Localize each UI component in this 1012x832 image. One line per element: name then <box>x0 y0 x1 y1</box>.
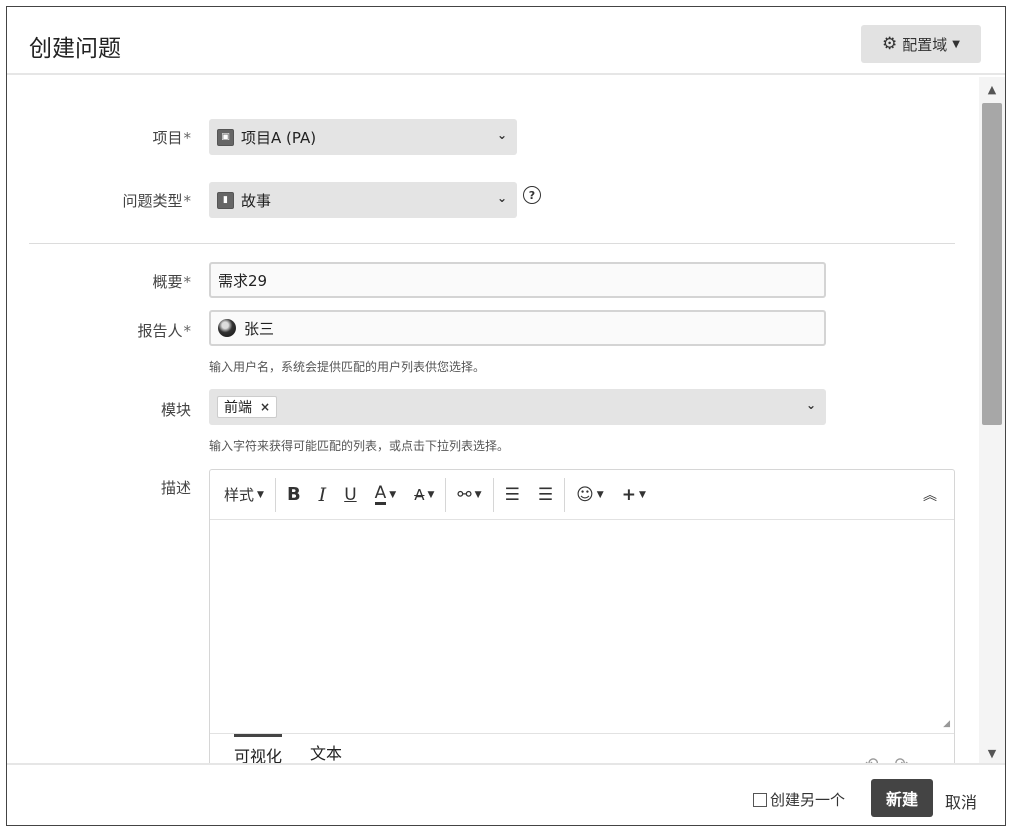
story-bookmark-icon: ▮ <box>217 191 234 209</box>
underline-button[interactable]: U <box>335 480 365 510</box>
link-icon: ⚯ <box>457 484 472 505</box>
component-tag-label: 前端 <box>224 400 252 416</box>
component-hint: 输入字符来获得可能匹配的列表，或点击下拉列表选择。 <box>209 439 510 453</box>
numbered-list-button[interactable]: ☰ <box>529 480 562 510</box>
description-label: 描述 <box>160 479 191 497</box>
emoji-icon: ☺ <box>576 484 594 505</box>
description-text-area[interactable]: ◢ <box>210 521 954 733</box>
plus-icon: + <box>621 484 636 505</box>
bullet-list-button[interactable]: ☰ <box>496 480 529 510</box>
vertical-scrollbar[interactable]: ▲ ▼ <box>979 77 1005 763</box>
question-circle-icon[interactable]: ? <box>523 186 541 204</box>
checkbox-box[interactable] <box>753 792 767 807</box>
summary-label: 概要* <box>152 273 191 291</box>
link-dropdown[interactable]: ⚯ ▼ <box>448 480 490 510</box>
create-button[interactable]: 新建 <box>871 779 933 817</box>
text-style-dropdown[interactable]: 样式 ▼ <box>224 480 273 510</box>
chevron-down-icon: ⌄ <box>805 398 816 412</box>
dialog-header: 创建问题 ⚙ 配置域 ▼ <box>7 7 1005 75</box>
toolbar-separator <box>274 477 276 512</box>
more-formatting-dropdown[interactable]: A ▼ <box>405 480 443 510</box>
numbered-list-icon: ☰ <box>537 484 554 505</box>
italic-button[interactable]: I <box>310 480 336 510</box>
form-content: 项目* ▣ 项目A (PA) ⌄ 问题类型* ▮ 故事 ⌄ ? 概要* 需求29… <box>7 77 979 763</box>
reporter-value: 张三 <box>244 319 275 338</box>
tab-text[interactable]: 文本 <box>310 740 342 763</box>
create-issue-dialog: 创建问题 ⚙ 配置域 ▼ 项目* ▣ 项目A (PA) ⌄ 问题类型* ▮ 故事… <box>6 6 1006 826</box>
redo-icon[interactable]: ↷ <box>895 754 924 763</box>
toolbar-separator <box>564 477 566 512</box>
issue-type-value: 故事 <box>241 191 272 210</box>
project-value: 项目A (PA) <box>241 128 317 147</box>
editor-toolbar: 样式 ▼ B I U A ▼ A ▼ ⚯ ▼ ☰ ☰ ☺ ▼ + ▼ ︽ <box>210 470 954 520</box>
dialog-footer: 创建另一个 新建 取消 <box>7 763 1005 825</box>
user-avatar-icon <box>218 319 236 337</box>
insert-dropdown[interactable]: + ▼ <box>613 480 655 510</box>
toolbar-separator <box>492 477 494 512</box>
gear-icon: ⚙ <box>882 33 898 54</box>
scroll-down-arrow-icon[interactable]: ▼ <box>979 743 1005 763</box>
configure-fields-button[interactable]: ⚙ 配置域 ▼ <box>861 25 981 63</box>
toolbar-separator <box>445 477 447 512</box>
project-select[interactable]: ▣ 项目A (PA) ⌄ <box>209 119 517 155</box>
double-chevron-up-icon: ︽ <box>923 488 937 504</box>
reporter-hint: 输入用户名，系统会提供匹配的用户列表供您选择。 <box>209 360 486 374</box>
chevron-down-icon: ⌄ <box>496 128 507 142</box>
component-tag: 前端 × <box>217 396 278 418</box>
cancel-button[interactable]: 取消 <box>945 789 977 813</box>
chevron-down-icon: ⌄ <box>496 191 507 205</box>
project-label: 项目* <box>152 129 191 147</box>
create-another-label: 创建另一个 <box>770 791 846 809</box>
section-divider <box>29 243 955 244</box>
project-avatar-icon: ▣ <box>217 128 234 146</box>
reporter-label: 报告人* <box>137 322 191 340</box>
collapse-toolbar-button[interactable]: ︽ <box>914 480 946 510</box>
undo-redo-group: ↶↷ <box>865 754 924 763</box>
tab-visual[interactable]: 可视化 <box>234 734 283 763</box>
issue-type-label: 问题类型* <box>122 192 191 210</box>
bold-button[interactable]: B <box>278 480 310 510</box>
component-multiselect[interactable]: 前端 × ⌄ <box>209 389 826 425</box>
text-color-dropdown[interactable]: A ▼ <box>366 480 406 510</box>
caret-down-icon: ▼ <box>952 38 960 50</box>
reporter-input[interactable]: 张三 <box>209 310 826 346</box>
create-another-checkbox[interactable]: 创建另一个 <box>753 789 845 810</box>
resize-handle-icon[interactable]: ◢ <box>943 719 950 729</box>
emoji-dropdown[interactable]: ☺ ▼ <box>567 480 613 510</box>
scrollbar-thumb[interactable] <box>982 103 1002 425</box>
description-editor: 样式 ▼ B I U A ▼ A ▼ ⚯ ▼ ☰ ☰ ☺ ▼ + ▼ ︽ ◢ 可… <box>209 469 955 763</box>
configure-fields-label: 配置域 <box>902 35 948 54</box>
dialog-title: 创建问题 <box>29 36 121 62</box>
remove-tag-icon[interactable]: × <box>260 400 270 414</box>
scroll-up-arrow-icon[interactable]: ▲ <box>979 79 1005 99</box>
component-label: 模块 <box>160 401 191 419</box>
editor-mode-tabs: 可视化 文本 ↶↷ <box>210 733 954 763</box>
bullet-list-icon: ☰ <box>504 484 520 505</box>
undo-icon[interactable]: ↶ <box>865 754 894 763</box>
summary-input[interactable]: 需求29 <box>209 262 826 298</box>
issue-type-select[interactable]: ▮ 故事 ⌄ <box>209 182 517 218</box>
summary-value: 需求29 <box>218 271 268 290</box>
